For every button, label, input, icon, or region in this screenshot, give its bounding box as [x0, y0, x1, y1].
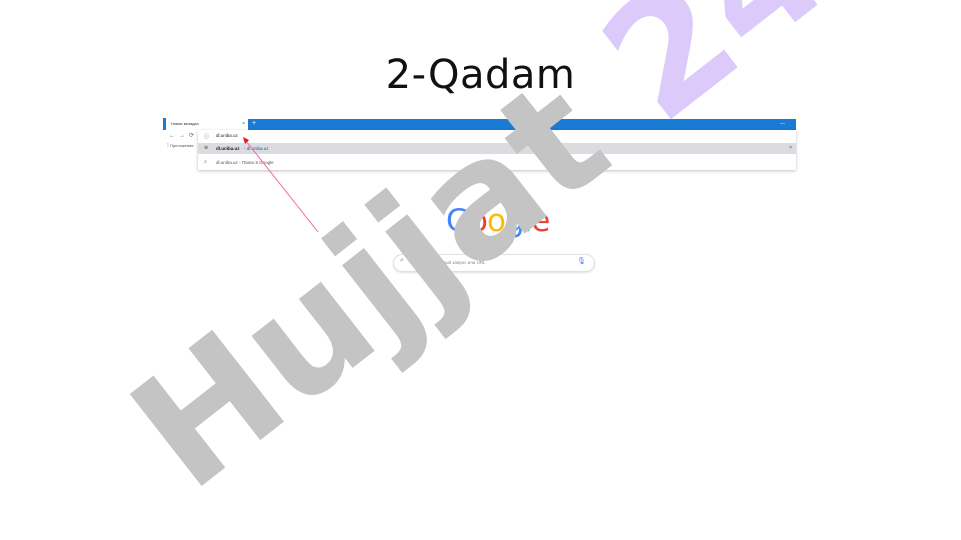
watermark-word: Hujjat — [98, 10, 684, 525]
watermark-text: Hujjat 24 — [98, 0, 860, 525]
overlay: Hujjat 24 — [98, 0, 860, 525]
